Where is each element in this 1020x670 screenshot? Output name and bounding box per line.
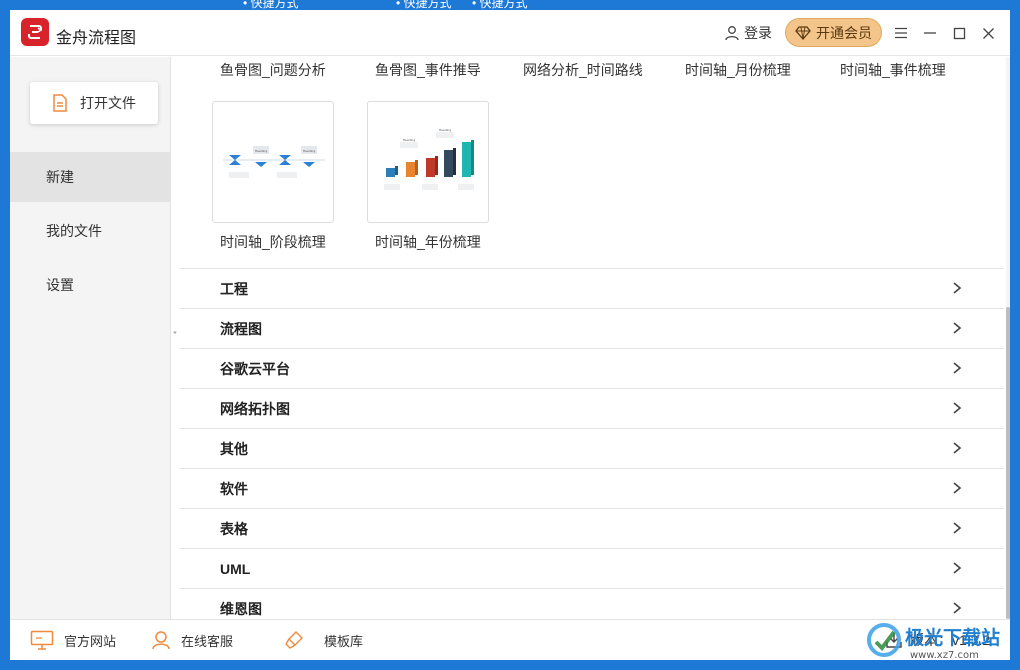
login-button[interactable]: 登录 — [724, 23, 772, 43]
official-website-link[interactable]: 官方网站 — [30, 628, 116, 652]
monitor-icon — [30, 630, 54, 650]
thumbnail-heading: Heading — [403, 138, 416, 142]
menu-button[interactable] — [890, 22, 912, 44]
template-thumbnail: Heading Heading — [223, 146, 325, 178]
footer-label: 模板库 — [324, 633, 364, 649]
open-file-label: 打开文件 — [80, 95, 136, 111]
template-label[interactable]: 鱼骨图_事件推导 — [375, 60, 481, 80]
vip-label: 开通会员 — [816, 24, 872, 41]
category-label: 网络拓扑图 — [220, 400, 290, 417]
template-label[interactable]: 时间轴_阶段梳理 — [220, 232, 326, 252]
chevron-right-icon — [953, 602, 962, 614]
scrollbar[interactable] — [1006, 57, 1010, 619]
category-label: 其他 — [220, 440, 248, 457]
category-row-engineering[interactable]: 工程 — [179, 268, 1004, 308]
scrollbar-thumb[interactable] — [1006, 307, 1010, 619]
chevron-right-icon — [953, 402, 962, 414]
template-list: 鱼骨图_问题分析 鱼骨图_事件推导 网络分析_时间路线 时间轴_月份梳理 时间轴… — [179, 57, 1006, 619]
template-label[interactable]: 时间轴_年份梳理 — [375, 232, 481, 252]
category-row-flowchart[interactable]: 流程图 — [179, 308, 1004, 348]
category-label: 维恩图 — [220, 600, 262, 617]
footer-bar: 官方网站 在线客服 模板库 版本：v1.3.2 — [10, 619, 1010, 660]
category-label: UML — [220, 560, 251, 577]
sidebar-item-new[interactable]: 新建 — [10, 152, 170, 202]
minimize-icon — [924, 32, 936, 34]
category-row-uml[interactable]: UML — [179, 548, 1004, 588]
title-bar[interactable]: 金舟流程图 登录 开通会员 — [10, 10, 1010, 56]
desktop-shortcut-label[interactable]: 快捷方式 — [472, 0, 528, 10]
open-file-button[interactable]: 打开文件 — [30, 82, 158, 124]
app-window: 金舟流程图 登录 开通会员 打开文件 新建 我的文件 设置 " 鱼骨图_问题分析… — [10, 10, 1010, 660]
document-icon — [53, 94, 67, 112]
diamond-icon — [795, 25, 811, 40]
version-info[interactable]: 版本：v1.3.2 — [886, 628, 990, 652]
minimize-button[interactable] — [919, 22, 941, 44]
template-label[interactable]: 时间轴_月份梳理 — [685, 60, 791, 80]
category-label: 软件 — [220, 480, 248, 497]
footer-label: 在线客服 — [181, 633, 234, 649]
thumbnail-heading: Heading — [439, 128, 452, 132]
sidebar-item-label: 我的文件 — [46, 223, 102, 239]
desktop-background: 快捷方式 快捷方式 快捷方式 — [0, 0, 1020, 10]
thumbnail-heading: Heading — [303, 149, 316, 153]
category-label: 谷歌云平台 — [220, 360, 290, 377]
vip-button[interactable]: 开通会员 — [785, 18, 882, 47]
chevron-right-icon — [953, 322, 962, 334]
user-icon — [725, 26, 739, 41]
category-label: 表格 — [220, 520, 248, 537]
thumbnail-heading: Heading — [255, 149, 268, 153]
sidebar-item-my-files[interactable]: 我的文件 — [10, 206, 170, 256]
close-button[interactable] — [977, 22, 999, 44]
login-label: 登录 — [744, 25, 772, 41]
category-label: 工程 — [220, 280, 248, 297]
maximize-button[interactable] — [948, 22, 970, 44]
category-row-venn[interactable]: 维恩图 — [179, 588, 1004, 619]
version-label: 版本：v1.3.2 — [910, 632, 991, 648]
menu-icon — [895, 27, 907, 39]
template-thumbnail: Heading Heading — [384, 128, 474, 190]
maximize-icon — [953, 27, 965, 39]
sidebar: 打开文件 新建 我的文件 设置 — [10, 57, 171, 619]
app-logo-icon — [21, 18, 49, 46]
sidebar-item-label: 新建 — [46, 169, 74, 185]
chevron-right-icon — [953, 362, 962, 374]
footer-label: 官方网站 — [64, 633, 117, 649]
chevron-right-icon — [953, 482, 962, 494]
sidebar-item-settings[interactable]: 设置 — [10, 260, 170, 310]
template-library-link[interactable]: 模板库 — [284, 628, 363, 652]
template-label[interactable]: 时间轴_事件梳理 — [840, 60, 946, 80]
app-title: 金舟流程图 — [56, 30, 137, 47]
desktop-shortcut-label[interactable]: 快捷方式 — [243, 0, 299, 10]
category-row-table[interactable]: 表格 — [179, 508, 1004, 548]
category-row-network-topology[interactable]: 网络拓扑图 — [179, 388, 1004, 428]
category-row-software[interactable]: 软件 — [179, 468, 1004, 508]
headset-user-icon — [152, 631, 170, 650]
chevron-right-icon — [953, 442, 962, 454]
close-icon — [982, 27, 994, 39]
chevron-right-icon — [953, 522, 962, 534]
template-label[interactable]: 鱼骨图_问题分析 — [220, 60, 326, 80]
chevron-right-icon — [953, 562, 962, 574]
online-service-link[interactable]: 在线客服 — [151, 628, 233, 652]
brush-icon — [285, 631, 303, 649]
template-card-year-timeline[interactable]: Heading Heading — [367, 101, 489, 223]
sidebar-item-label: 设置 — [46, 277, 74, 293]
desktop-shortcut-label[interactable]: 快捷方式 — [396, 0, 452, 10]
category-row-google-cloud[interactable]: 谷歌云平台 — [179, 348, 1004, 388]
chevron-right-icon — [953, 282, 962, 294]
category-row-other[interactable]: 其他 — [179, 428, 1004, 468]
template-label[interactable]: 网络分析_时间路线 — [523, 60, 643, 80]
template-card-stage-timeline[interactable]: Heading Heading — [212, 101, 334, 223]
download-icon — [886, 633, 902, 648]
category-label: 流程图 — [220, 320, 262, 337]
sidebar-collapse-handle[interactable]: " — [171, 330, 179, 340]
